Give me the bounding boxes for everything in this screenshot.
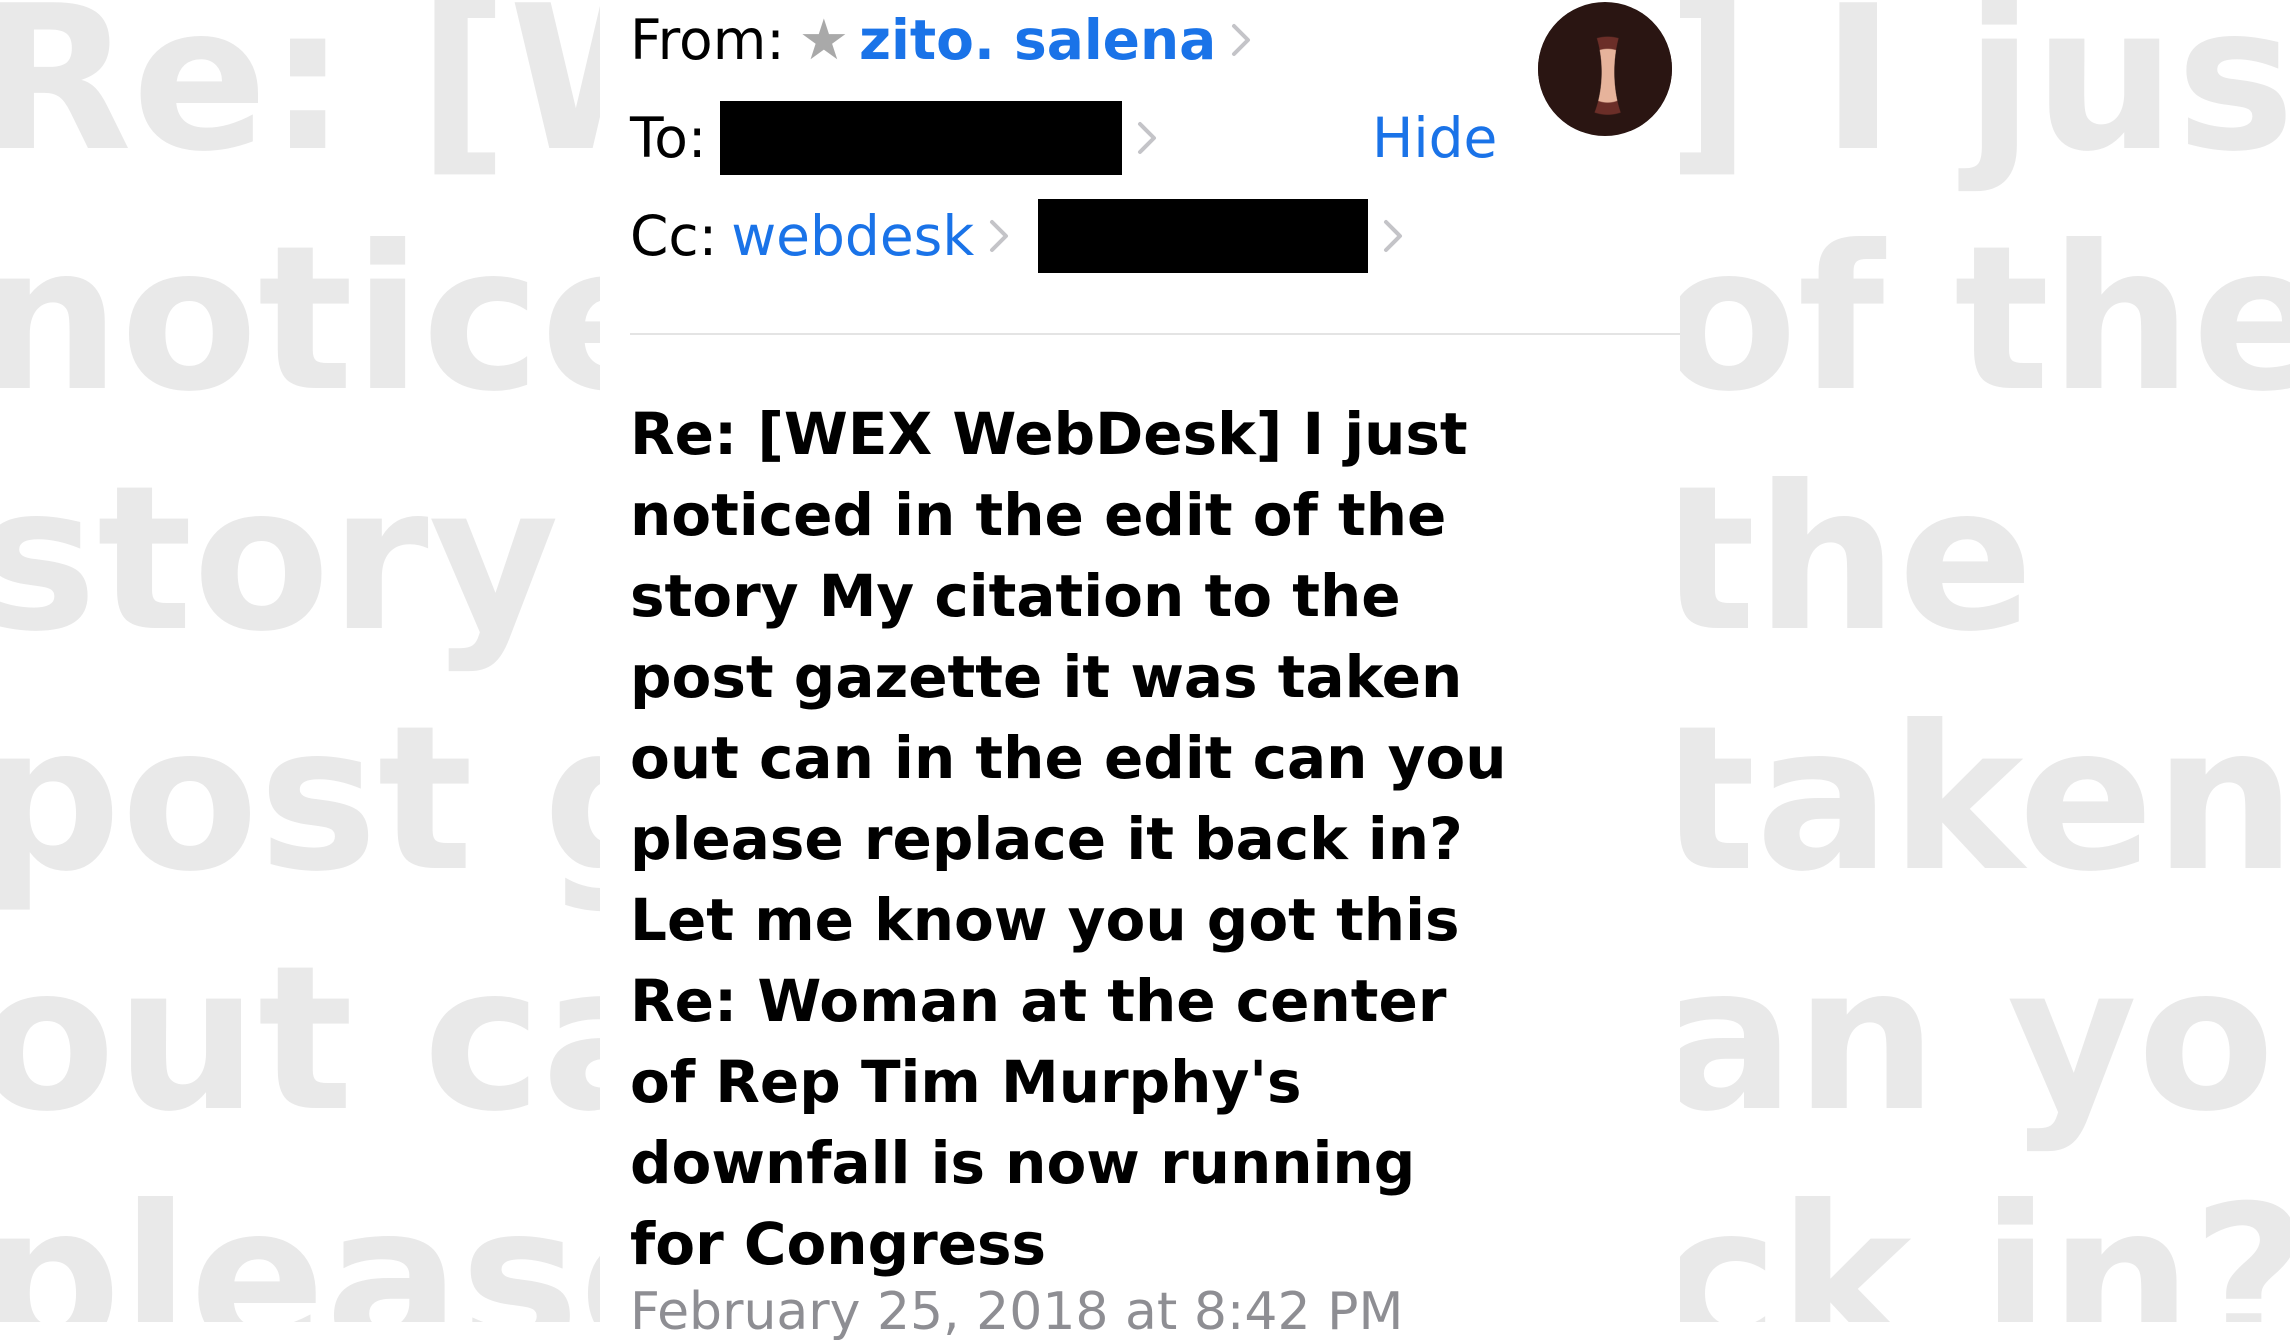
email-date: February 25, 2018 at 8:42 PM [630, 1282, 1404, 1342]
cc-row: Cc: webdesk [630, 196, 1408, 276]
background-echo-right: ] I just of the the taken an you ck in? [1660, 0, 2290, 1322]
to-label: To: [630, 106, 707, 170]
background-echo-line: taken [1660, 683, 2290, 916]
background-echo-line: an you [1660, 923, 2290, 1156]
redacted-recipient [720, 101, 1123, 175]
cc-recipient-webdesk[interactable]: webdesk [731, 204, 974, 268]
cc-label: Cc: [630, 204, 718, 268]
chevron-right-icon[interactable] [1378, 206, 1408, 266]
sender-avatar[interactable] [1538, 2, 1672, 136]
header-divider [630, 333, 1680, 335]
email-header: From: ★ zito. salena To: Hide Cc: webdes… [630, 0, 1680, 335]
sender-name[interactable]: zito. salena [859, 8, 1216, 72]
from-row: From: ★ zito. salena [630, 0, 1256, 80]
avatar-hair [1538, 2, 1672, 136]
background-echo-line: the [1660, 443, 2034, 676]
chevron-right-icon[interactable] [984, 206, 1014, 266]
redacted-cc-recipient [1038, 199, 1369, 273]
chevron-right-icon[interactable] [1132, 108, 1162, 168]
email-view: From: ★ zito. salena To: Hide Cc: webdes… [600, 0, 1680, 1342]
star-icon[interactable]: ★ [799, 8, 849, 73]
background-echo-line: of the [1660, 203, 2290, 436]
hide-details-button[interactable]: Hide [1372, 98, 1497, 178]
to-row: To: [630, 98, 1162, 178]
from-label: From: [630, 8, 785, 72]
background-echo-line: ] I just [1660, 0, 2290, 196]
background-echo-line: ck in? [1660, 1163, 2290, 1322]
chevron-right-icon[interactable] [1226, 10, 1256, 70]
email-subject: Re: [WEX WebDesk] I just noticed in the … [630, 400, 1507, 1278]
